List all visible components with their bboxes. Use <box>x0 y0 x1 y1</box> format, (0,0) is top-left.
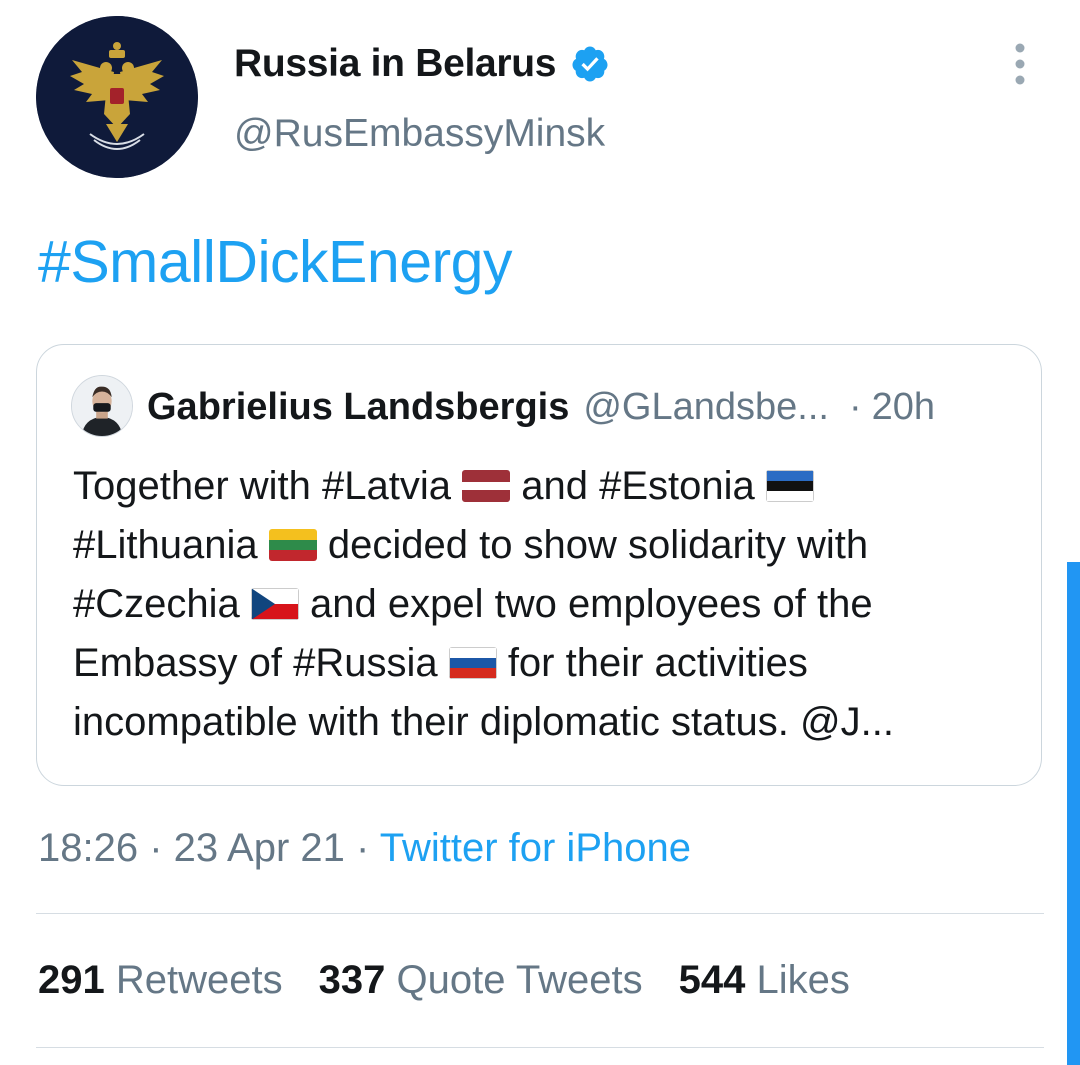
quoted-author-handle[interactable]: @GLandsbe... <box>583 386 829 429</box>
separator-dot: · <box>138 826 174 870</box>
divider <box>36 1047 1044 1048</box>
text-segment: #Czechia <box>73 582 251 626</box>
text-segment: for their activities <box>496 641 808 685</box>
quoted-tweet-text: Together with #Latvia and #Estonia #Lith… <box>73 457 1033 752</box>
russian-coat-of-arms-icon <box>36 16 198 178</box>
text-line: #Lithuania decided to show solidarity wi… <box>73 516 1033 575</box>
scrollbar[interactable] <box>1067 562 1080 1065</box>
russia-flag-icon <box>448 647 497 679</box>
tweet-hashtag-link[interactable]: #SmallDickEnergy <box>38 228 513 296</box>
text-segment: and expel two employees of the <box>298 582 873 626</box>
quote-tweets-count: 337 <box>318 958 386 1002</box>
separator-dot: · <box>344 826 380 870</box>
quote-tweets-label: Quote Tweets <box>396 958 643 1002</box>
text-segment: Embassy of #Russia <box>73 641 449 685</box>
divider <box>36 913 1044 914</box>
likes-count: 544 <box>678 958 746 1002</box>
text-segment: Together with #Latvia <box>73 464 463 508</box>
latvia-flag-icon <box>462 470 511 502</box>
quote-tweets-stat[interactable]: 337 Quote Tweets <box>319 958 643 1002</box>
czechia-flag-icon <box>250 588 299 620</box>
engagement-stats: 291 Retweets 337 Quote Tweets 544 Likes <box>38 958 850 1003</box>
account-name[interactable]: Russia in Belarus <box>234 42 557 86</box>
quoted-author-name[interactable]: Gabrielius Landsbergis <box>147 386 569 429</box>
text-line: incompatible with their diplomatic statu… <box>73 693 1033 752</box>
retweets-label: Retweets <box>115 958 283 1002</box>
more-options-icon[interactable] <box>1008 42 1032 86</box>
retweets-stat[interactable]: 291 Retweets <box>38 958 283 1002</box>
text-segment: #Lithuania <box>73 523 269 567</box>
tweet-date[interactable]: 23 Apr 21 <box>174 826 345 870</box>
separator-dot: · <box>848 385 862 428</box>
text-line: Embassy of #Russia for their activities <box>73 634 1033 693</box>
person-photo-icon <box>72 376 132 436</box>
likes-stat[interactable]: 544 Likes <box>679 958 850 1002</box>
retweets-count: 291 <box>38 958 105 1002</box>
text-segment: incompatible with their diplomatic statu… <box>73 700 894 744</box>
likes-label: Likes <box>756 958 850 1002</box>
tweet-source-link[interactable]: Twitter for iPhone <box>380 826 691 870</box>
text-segment: and #Estonia <box>510 464 766 508</box>
profile-avatar[interactable] <box>36 16 198 178</box>
tweet-timestamp-row: 18:26 · 23 Apr 21 · Twitter for iPhone <box>38 826 691 871</box>
quoted-tweet-header: Gabrielius Landsbergis @GLandsbe... · 20… <box>147 381 935 433</box>
text-line: Together with #Latvia and #Estonia <box>73 457 1033 516</box>
account-name-row: Russia in Belarus <box>234 38 610 90</box>
account-handle[interactable]: @RusEmbassyMinsk <box>234 112 605 156</box>
verified-badge-icon <box>572 46 608 82</box>
quoted-tweet-card[interactable]: Gabrielius Landsbergis @GLandsbe... · 20… <box>36 344 1042 786</box>
quoted-tweet-time[interactable]: 20h <box>872 386 935 429</box>
quoted-author-avatar[interactable] <box>71 375 133 437</box>
text-segment: decided to show solidarity with <box>316 523 869 567</box>
estonia-flag-icon <box>765 470 814 502</box>
text-line: #Czechia and expel two employees of the <box>73 575 1033 634</box>
tweet-time[interactable]: 18:26 <box>38 826 138 870</box>
lithuania-flag-icon <box>268 529 317 561</box>
